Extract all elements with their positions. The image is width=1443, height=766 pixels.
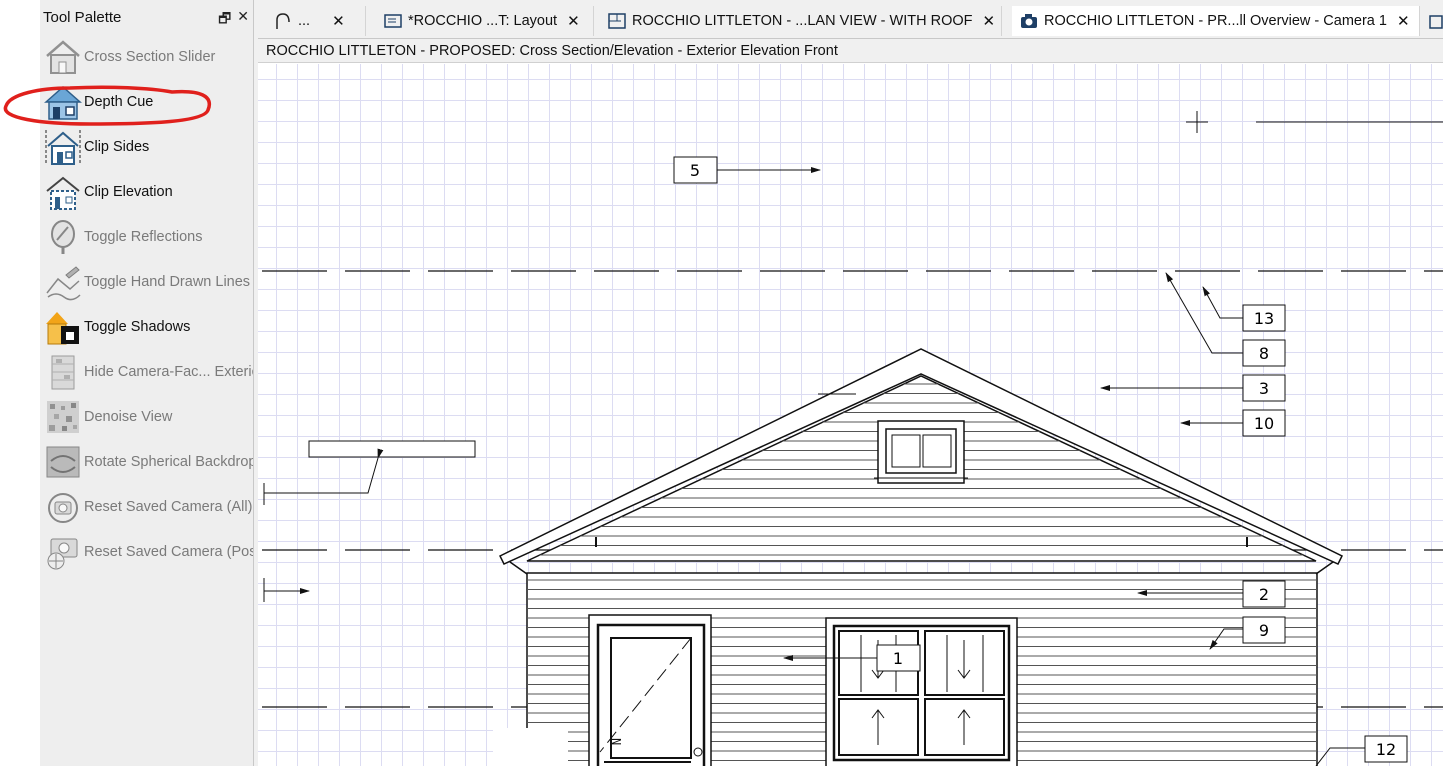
tool-reset-saved-camera-all[interactable]: Reset Saved Camera (All) [40,484,253,529]
white-mask [493,728,568,766]
tab-label: *ROCCHIO ...T: Layout [408,13,558,29]
tool-label: Cross Section Slider [84,48,216,65]
callout[interactable]: 13 [1242,304,1286,332]
callout-number: 12 [1376,740,1396,759]
tab-layout[interactable]: *ROCCHIO ...T: Layout ✕ [376,6,594,36]
house-elevation: N [498,348,1344,766]
tab-plan-view[interactable]: ROCCHIO LITTLETON - ...LAN VIEW - WITH R… [600,6,1002,36]
callout[interactable]: 10 [1242,409,1286,437]
front-door: N [588,614,712,766]
tool-label: Reset Saved Camera (All) [84,498,253,515]
tool-toggle-reflections[interactable]: Toggle Reflections [40,214,253,259]
main-area: ... ✕ *ROCCHIO ...T: Layout ✕ ROCCHIO LI… [258,0,1443,766]
tool-clip-elevation[interactable]: Clip Elevation [40,169,253,214]
tool-label: Toggle Hand Drawn Lines [84,273,251,290]
undock-icon[interactable]: 🗗 [218,8,231,32]
tool-label: Denoise View [84,408,173,425]
tab-label: ROCCHIO LITTLETON - PR...ll Overview - C… [1044,13,1387,29]
callout[interactable]: 9 [1242,616,1286,644]
tool-toggle-shadows[interactable]: Toggle Shadows [40,304,253,349]
tab-close-button[interactable]: ✕ [1397,12,1410,30]
elevation-drawing[interactable]: N 5 13 8 3 10 2 9 1 12 [258,64,1443,766]
tool-label: Rotate Spherical Backdrop [84,453,253,470]
callout-number: 9 [1259,621,1269,640]
tab-close-button[interactable]: ✕ [983,12,996,30]
tool-palette-title: Tool Palette [43,8,122,26]
clip-sides-icon [45,129,81,165]
close-palette-button[interactable]: ✕ [237,8,249,32]
callout[interactable]: 5 [673,156,718,184]
reset-camera-icon [48,492,78,523]
callout-number: 3 [1259,379,1269,398]
tool-palette-header: Tool Palette 🗗 ✕ [40,0,253,34]
layout-icon [384,14,402,28]
view-title-bar: ROCCHIO LITTLETON - PROPOSED: Cross Sect… [258,39,1443,63]
tool-label: Toggle Reflections [84,228,203,245]
tab-label: ROCCHIO LITTLETON - ...LAN VIEW - WITH R… [632,13,973,29]
camera-icon [1021,14,1037,28]
clip-elevation-icon [46,176,80,210]
tool-rotate-spherical-backdrop[interactable]: Rotate Spherical Backdrop [40,439,253,484]
tool-label: Depth Cue [84,93,154,110]
tab-bar: ... ✕ *ROCCHIO ...T: Layout ✕ ROCCHIO LI… [258,0,1443,39]
text-box[interactable] [308,440,476,458]
callout-number: 8 [1259,344,1269,363]
callout-number: 10 [1254,414,1274,433]
depth-cue-icon [44,85,82,120]
tab-label: ... [298,13,311,29]
tool-label: Toggle Shadows [84,318,191,335]
left-margin [0,0,40,766]
tool-clip-sides[interactable]: Clip Sides [40,124,253,169]
hide-camera-facing-icon [51,355,75,389]
cross-section-slider-icon [46,39,80,74]
tool-label: Clip Sides [84,138,150,155]
rotate-backdrop-icon [46,446,80,477]
tool-label: Reset Saved Camera (Position) [84,543,253,560]
tool-label: Clip Elevation [84,183,173,200]
tool-hide-camera-facing[interactable]: Hide Camera-Fac... Exterior [40,349,253,394]
leader-line [264,448,384,494]
tab-close-button[interactable]: ✕ [332,12,345,30]
front-window [825,617,1018,766]
door-mark: N [609,738,623,745]
callout-number: 1 [893,649,903,668]
overflow-tab-icon[interactable] [1428,12,1443,30]
reflections-icon [51,219,75,254]
view-title: ROCCHIO LITTLETON - PROPOSED: Cross Sect… [266,43,838,59]
tab-close-button[interactable]: ✕ [567,12,580,30]
tool-label: Hide Camera-Fac... Exterior [84,363,253,380]
arc-icon [276,13,290,29]
callout[interactable]: 8 [1242,339,1286,367]
gable-window [874,420,968,484]
plan-view-icon [608,13,626,29]
tool-cross-section-slider[interactable]: Cross Section Slider [40,34,253,79]
callout[interactable]: 1 [876,644,921,672]
hand-drawn-lines-icon [46,265,81,300]
reset-camera-position-icon [47,538,78,569]
callout[interactable]: 12 [1364,735,1408,763]
tool-toggle-hand-drawn-lines[interactable]: Toggle Hand Drawn Lines [40,259,253,304]
callout-number: 13 [1254,309,1274,328]
tab-camera[interactable]: ROCCHIO LITTLETON - PR...ll Overview - C… [1012,6,1420,36]
callout-number: 2 [1259,585,1269,604]
callout-number: 5 [690,161,700,180]
tab-arc[interactable]: ... ✕ [266,6,366,36]
denoise-icon [47,400,79,433]
callout[interactable]: 2 [1242,580,1286,608]
cursor-crosshair [1186,111,1443,133]
tool-depth-cue[interactable]: Depth Cue [40,79,253,124]
tool-reset-saved-camera-position[interactable]: Reset Saved Camera (Position) [40,529,253,574]
drawing-canvas[interactable]: N 5 13 8 3 10 2 9 1 12 [258,64,1443,766]
tool-palette: Tool Palette 🗗 ✕ Cross Section Slider De… [40,0,254,766]
callout[interactable]: 3 [1242,374,1286,402]
tool-denoise-view[interactable]: Denoise View [40,394,253,439]
shadows-icon [46,311,79,344]
